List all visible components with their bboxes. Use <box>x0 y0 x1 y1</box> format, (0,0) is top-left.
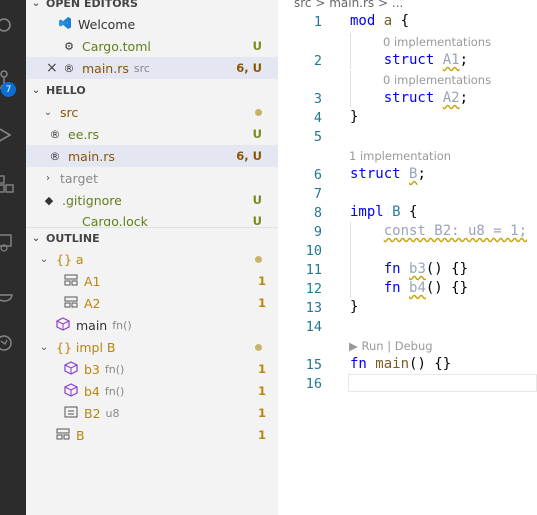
current-line-highlight <box>348 374 537 392</box>
outline-fn-main[interactable]: main fn() <box>26 314 278 336</box>
function-icon <box>64 360 78 378</box>
line-number: 3 <box>313 91 322 107</box>
file-ee-rs[interactable]: ® ee.rs U <box>26 123 278 145</box>
code-line: fn b4() {} <box>383 280 469 296</box>
problem-dot <box>255 343 262 351</box>
code-line: struct B; <box>350 166 426 182</box>
timeline-icon[interactable] <box>0 328 26 358</box>
activity-bar: 7 <box>0 0 26 515</box>
line-number: 14 <box>305 319 322 335</box>
line-number: 6 <box>313 167 322 183</box>
code-line: } <box>350 299 359 315</box>
chevron-down-icon: ⌄ <box>43 106 53 118</box>
open-editor-cargo-toml[interactable]: ⚙ Cargo.toml U <box>26 35 278 57</box>
extensions-icon[interactable] <box>0 170 26 200</box>
file-main-rs[interactable]: ® main.rs 6, U <box>26 145 278 167</box>
rust-icon: ® <box>49 149 61 163</box>
function-icon <box>64 382 78 400</box>
outline-const-b2[interactable]: B2 u8 1 <box>26 402 278 424</box>
chevron-down-icon: ⌄ <box>39 341 49 353</box>
outline-struct-a1[interactable]: A1 1 <box>26 270 278 292</box>
line-number: 16 <box>305 376 322 392</box>
code-line: fn main() {} <box>350 356 452 372</box>
open-editor-main-rs[interactable]: × ® main.rs src 6, U <box>26 57 278 79</box>
remote-explorer-icon[interactable] <box>0 228 26 258</box>
line-number: 13 <box>305 300 322 316</box>
outline-struct-b[interactable]: B 1 <box>26 424 278 446</box>
code-line: mod a { <box>350 13 410 29</box>
line-number: 4 <box>313 110 322 126</box>
line-number: 7 <box>313 186 322 202</box>
code-editor[interactable]: src > main.rs > ... 1 mod a { 0 implemen… <box>278 0 537 515</box>
explorer-header[interactable]: ⌄ HELLO <box>26 79 278 101</box>
search-icon[interactable] <box>0 12 26 42</box>
section-divider <box>26 227 278 228</box>
chevron-down-icon: ⌄ <box>39 253 49 265</box>
run-debug-lens[interactable]: ▶ Run | Debug <box>349 339 433 353</box>
chevron-right-icon: › <box>46 172 50 184</box>
open-editor-welcome[interactable]: Welcome <box>26 13 278 35</box>
source-control-badge: 7 <box>1 82 16 97</box>
line-number: 9 <box>313 224 322 240</box>
folder-target[interactable]: › target <box>26 167 278 189</box>
code-lens[interactable]: 0 implementations <box>383 35 491 49</box>
code-lens[interactable]: 0 implementations <box>383 73 491 87</box>
code-lens[interactable]: 1 implementation <box>349 149 451 163</box>
code-line: struct A1; <box>383 52 469 68</box>
line-number: 10 <box>305 243 322 259</box>
outline-module-a[interactable]: ⌄ {} a <box>26 248 278 270</box>
folder-src[interactable]: ⌄ src <box>26 101 278 123</box>
outline-impl-b[interactable]: ⌄ {} impl B <box>26 336 278 358</box>
problem-dot <box>255 255 262 263</box>
code-line: const B2: u8 = 1; <box>383 223 528 239</box>
struct-icon <box>64 296 78 311</box>
line-number: 2 <box>313 53 322 69</box>
gear-icon: ⚙ <box>64 39 74 53</box>
struct-icon <box>64 274 78 289</box>
constant-icon <box>64 406 78 421</box>
sidebar: ⌄ OPEN EDITORS Welcome ⚙ Cargo.toml U × … <box>26 0 278 515</box>
line-number: 12 <box>305 281 322 297</box>
outline-fn-b3[interactable]: b3 fn() 1 <box>26 358 278 380</box>
file-cargo-lock[interactable]: Cargo.lock U <box>26 210 278 227</box>
file-gitignore[interactable]: ◆ .gitignore U <box>26 189 278 211</box>
chevron-down-icon: ⌄ <box>31 232 41 244</box>
line-number: 1 <box>313 14 322 30</box>
docker-icon[interactable] <box>0 280 26 310</box>
outline-fn-b4[interactable]: b4 fn() 1 <box>26 380 278 402</box>
chevron-down-icon: ⌄ <box>31 84 41 96</box>
rust-icon: ® <box>63 61 75 75</box>
outline-header[interactable]: ⌄ OUTLINE <box>26 227 278 249</box>
close-icon[interactable]: × <box>46 60 58 76</box>
line-number: 8 <box>313 205 322 221</box>
struct-icon <box>56 428 70 443</box>
code-line: fn b3() {} <box>383 261 469 277</box>
run-debug-icon[interactable] <box>0 120 26 150</box>
outline-struct-a2[interactable]: A2 1 <box>26 292 278 314</box>
modified-dot <box>255 108 262 116</box>
git-icon: ◆ <box>44 193 54 207</box>
vscode-icon <box>58 16 72 33</box>
breadcrumb[interactable]: src > main.rs > ... <box>294 0 403 10</box>
code-line: } <box>350 109 359 125</box>
code-line: struct A2; <box>383 90 469 106</box>
rust-icon: ® <box>49 127 61 141</box>
open-editors-header[interactable]: ⌄ OPEN EDITORS <box>26 0 278 14</box>
function-icon <box>56 316 70 334</box>
line-number: 5 <box>313 129 322 145</box>
chevron-down-icon: ⌄ <box>31 0 41 9</box>
line-number: 15 <box>305 357 322 373</box>
code-line: impl B { <box>350 204 418 220</box>
line-number: 11 <box>305 262 322 278</box>
